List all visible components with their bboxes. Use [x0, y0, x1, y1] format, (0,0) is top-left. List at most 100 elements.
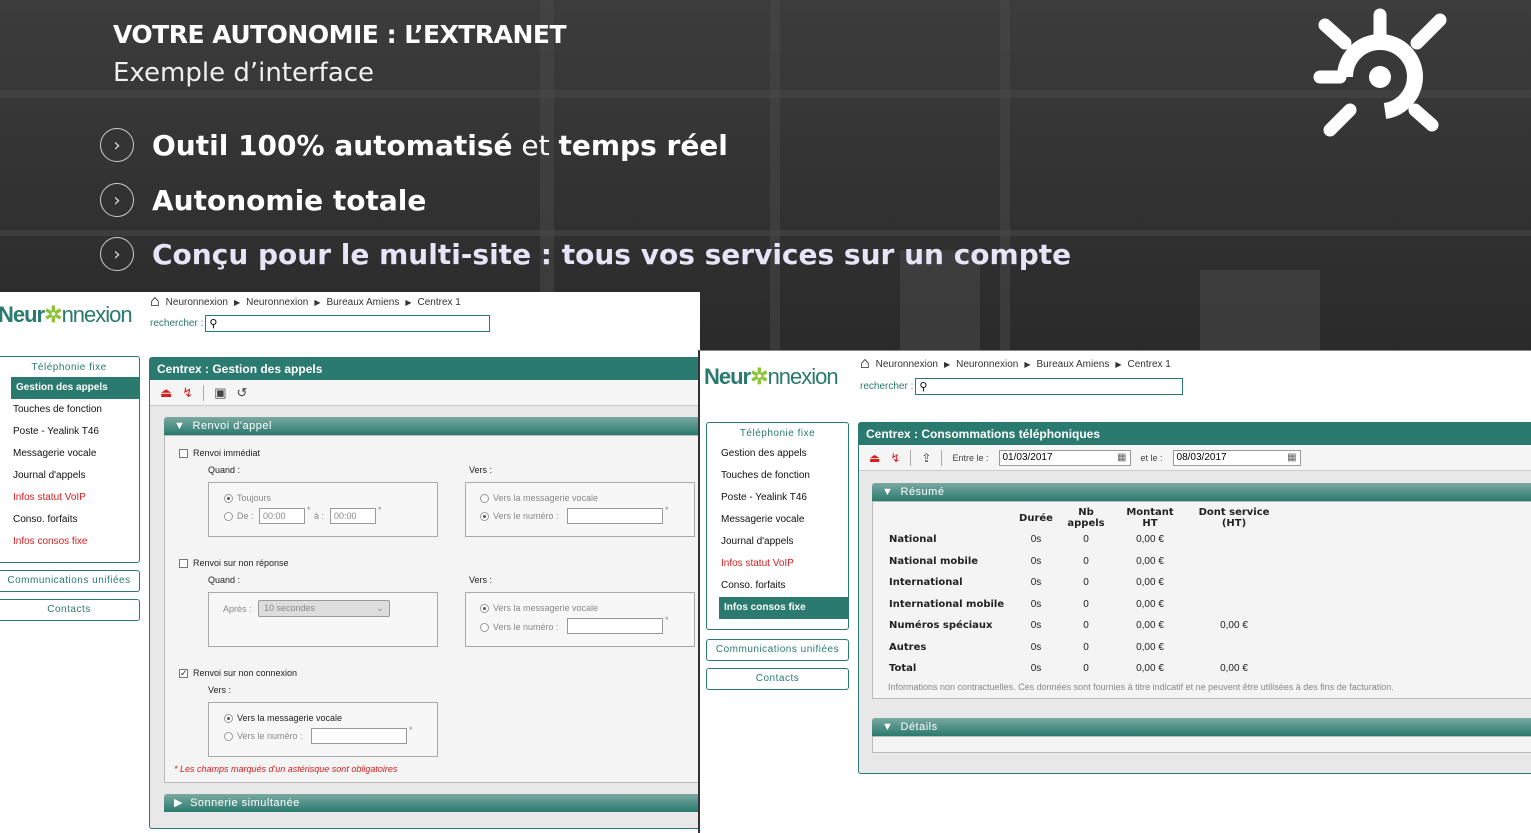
cell-montant: 0,00 €	[1136, 598, 1164, 610]
numero-input[interactable]	[567, 508, 663, 524]
vers-numero-radio-3[interactable]	[224, 732, 233, 741]
sidebar-item-messagerie[interactable]: Messagerie vocale	[707, 509, 848, 531]
search-bar: rechercher : ⚲	[860, 378, 1184, 395]
time-to-input[interactable]: 00:00	[330, 508, 376, 524]
eject-icon[interactable]: ⏏	[160, 385, 172, 401]
transfer-icon[interactable]: ↯	[890, 451, 900, 465]
eject-icon[interactable]: ⏏	[869, 451, 880, 465]
brand-text-b: nnexion	[767, 364, 839, 389]
contacts-button[interactable]: Contacts	[706, 668, 849, 690]
search-input[interactable]: ⚲	[205, 315, 491, 332]
communications-unifiees-button[interactable]: Communications unifiées	[0, 570, 140, 592]
crumb-4[interactable]: Centrex 1	[418, 297, 461, 308]
caret-right-icon: ▶	[943, 359, 951, 369]
toolbar: ⏏ ↯ ▣ ↺	[150, 380, 700, 406]
section-resume-label: Résumé	[900, 486, 945, 498]
cell-nb-appels: 0	[1083, 534, 1089, 546]
search-icon: ⚲	[919, 381, 928, 393]
reset-icon[interactable]: ↺	[237, 385, 248, 401]
numero-input-2[interactable]	[567, 618, 663, 634]
renvoi-immediat-checkbox[interactable]	[179, 449, 188, 458]
sidebar-item-conso-forfaits[interactable]: Conso. forfaits	[0, 509, 139, 531]
cell-duree: 0s	[1030, 534, 1042, 546]
sidebar-item-touches[interactable]: Touches de fonction	[707, 465, 848, 487]
export-icon[interactable]: ⇪	[921, 451, 931, 465]
panel-title: Centrex : Consommations téléphoniques	[859, 423, 1531, 445]
date-to-input[interactable]: 08/03/2017 ▦	[1172, 449, 1301, 466]
toujours-radio[interactable]	[224, 494, 233, 503]
transfer-icon[interactable]: ↯	[182, 385, 193, 401]
section-renvoi-label: Renvoi d'appel	[192, 420, 272, 432]
home-icon[interactable]: ⌂	[150, 294, 160, 310]
slide-subtitle: Exemple d’interface	[113, 58, 375, 88]
caret-right-icon: ▶	[405, 297, 412, 307]
renvoi-non-connexion-label: Renvoi sur non connexion	[193, 668, 298, 678]
crumb-3[interactable]: Bureaux Amiens	[327, 297, 400, 308]
cell-category: National	[889, 534, 937, 546]
col-header-montant: Montant HT	[1126, 507, 1174, 529]
calendar-icon[interactable]: ▦	[1287, 451, 1296, 465]
section-resume[interactable]: ▼ Résumé	[872, 483, 1531, 501]
date-from-value: 01/03/2017	[1002, 451, 1053, 463]
cell-service	[1184, 594, 1284, 616]
sidebar-item-consos-fixe[interactable]: Infos consos fixe	[719, 597, 848, 619]
bullet-3-text: Conçu pour le multi-site : tous vos serv…	[152, 237, 1072, 271]
sidebar-item-conso-forfaits[interactable]: Conso. forfaits	[707, 575, 848, 597]
communications-unifiees-button[interactable]: Communications unifiées	[706, 639, 849, 661]
table-row: Numéros spéciaux 0s 0 0,00 € 0,00 €	[886, 615, 1284, 637]
crumb-1[interactable]: Neuronnexion	[876, 359, 938, 370]
section-sonnerie-simultanee[interactable]: ▶ Sonnerie simultanée	[164, 794, 700, 812]
sidebar-item-consos-fixe[interactable]: Infos consos fixe	[0, 531, 139, 553]
search-input[interactable]: ⚲	[915, 378, 1184, 395]
search-icon: ⚲	[209, 318, 218, 330]
table-row: Autres 0s 0 0,00 €	[886, 637, 1284, 659]
cell-nb-appels: 0	[1083, 598, 1089, 610]
crumb-1[interactable]: Neuronnexion	[166, 297, 228, 308]
required-star: *	[665, 505, 669, 515]
cell-montant: 0,00 €	[1136, 534, 1164, 546]
vers-messagerie-radio-2[interactable]	[480, 604, 489, 613]
cell-montant: 0,00 €	[1136, 577, 1164, 589]
sidebar-item-poste[interactable]: Poste - Yealink T46	[0, 421, 139, 443]
cell-service	[1184, 572, 1284, 594]
bullet-2: › Autonomie totale	[100, 183, 426, 217]
sidebar-item-statut-voip[interactable]: Infos statut VoIP	[707, 553, 848, 575]
apres-select[interactable]: 10 secondes ⌄	[258, 600, 390, 617]
home-icon[interactable]: ⌂	[860, 356, 870, 372]
sidebar-item-touches[interactable]: Touches de fonction	[0, 399, 139, 421]
cell-duree: 0s	[1030, 663, 1042, 675]
sidebar-item-poste[interactable]: Poste - Yealink T46	[707, 487, 848, 509]
renvoi-non-reponse-checkbox[interactable]	[179, 559, 188, 568]
sidebar-item-gestion-appels[interactable]: Gestion des appels	[11, 377, 139, 399]
numero-input-3[interactable]	[311, 728, 407, 744]
required-star: *	[378, 505, 382, 515]
contacts-button[interactable]: Contacts	[0, 599, 140, 621]
crumb-3[interactable]: Bureaux Amiens	[1037, 359, 1110, 370]
calendar-icon[interactable]: ▦	[1117, 451, 1126, 465]
table-row: National mobile 0s 0 0,00 €	[886, 551, 1284, 573]
vers-numero-radio[interactable]	[480, 512, 489, 521]
de-radio[interactable]	[224, 512, 233, 521]
time-from-input[interactable]: 00:00	[259, 508, 305, 524]
vers-label: Vers :	[469, 575, 493, 585]
section-renvoi-appel[interactable]: ▼ Renvoi d'appel	[164, 417, 700, 435]
sidebar-item-statut-voip[interactable]: Infos statut VoIP	[0, 487, 139, 509]
vers-messagerie-radio-3[interactable]	[224, 714, 233, 723]
sidebar-item-messagerie[interactable]: Messagerie vocale	[0, 443, 139, 465]
toolbar-divider	[203, 384, 205, 401]
cell-montant: 0,00 €	[1136, 641, 1164, 653]
vers-numero-radio-2[interactable]	[480, 623, 489, 632]
sidebar-item-gestion-appels[interactable]: Gestion des appels	[707, 443, 848, 465]
save-icon[interactable]: ▣	[214, 385, 226, 401]
date-from-input[interactable]: 01/03/2017 ▦	[998, 449, 1131, 466]
section-details[interactable]: ▼ Détails	[872, 718, 1531, 736]
crumb-4[interactable]: Centrex 1	[1128, 359, 1171, 370]
vers-messagerie-radio[interactable]	[480, 494, 489, 503]
crumb-2[interactable]: Neuronnexion	[956, 359, 1018, 370]
sidebar-item-journal[interactable]: Journal d'appels	[0, 465, 139, 487]
renvoi-non-connexion-checkbox[interactable]: ✓	[179, 669, 188, 678]
brand-star-icon: ✲	[750, 364, 768, 389]
brand-text-a: Neur	[0, 302, 45, 327]
sidebar-item-journal[interactable]: Journal d'appels	[707, 531, 848, 553]
crumb-2[interactable]: Neuronnexion	[246, 297, 308, 308]
